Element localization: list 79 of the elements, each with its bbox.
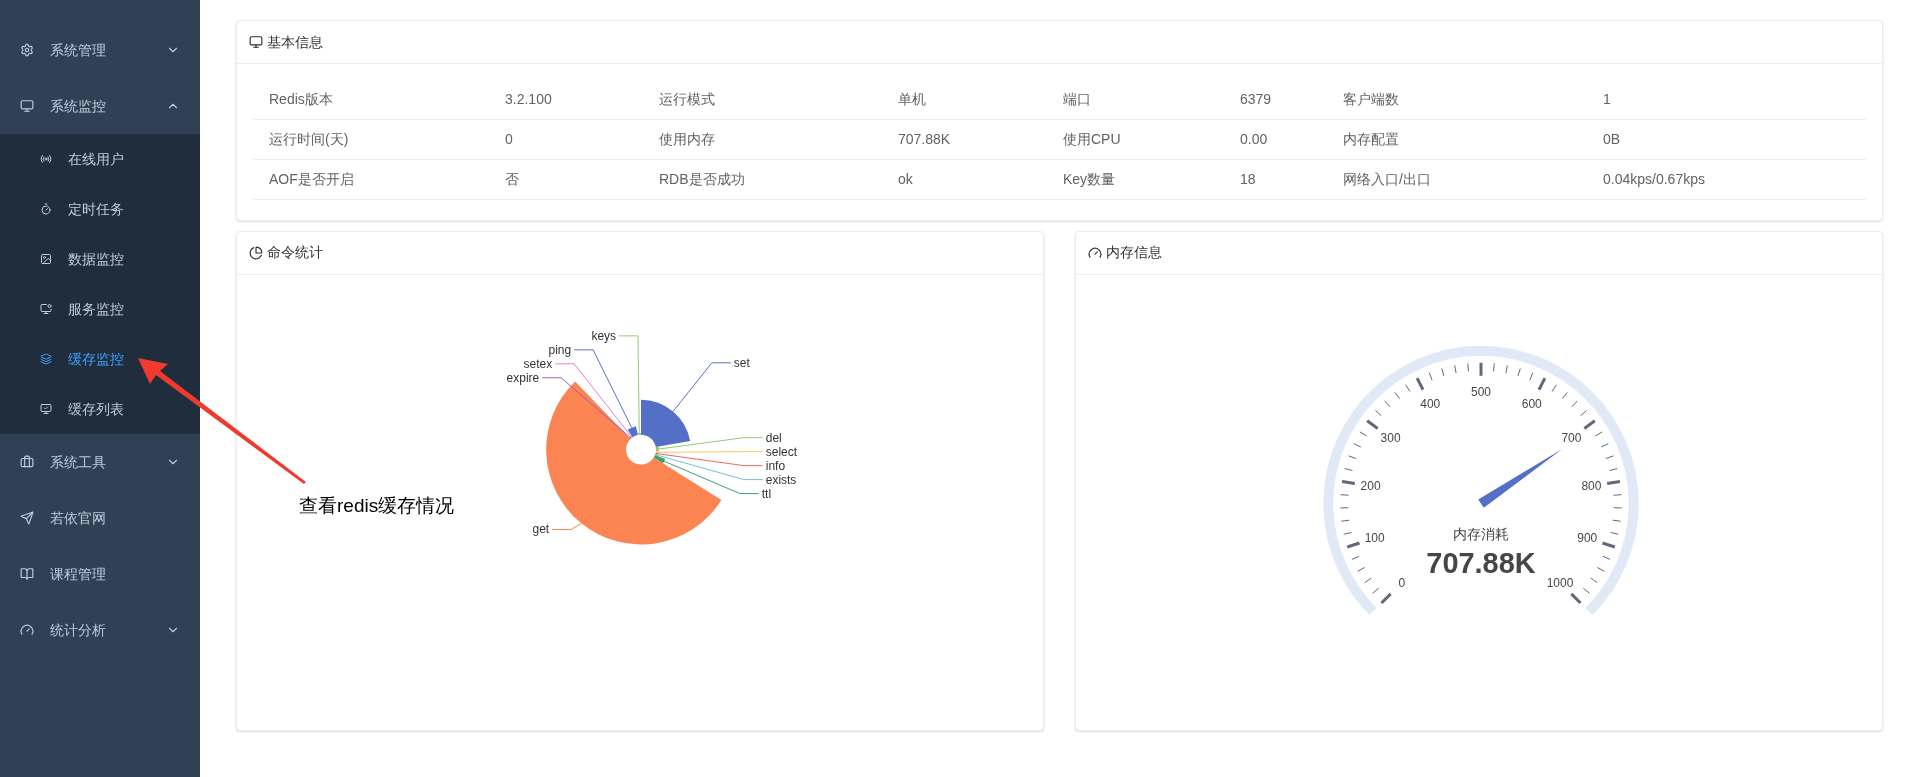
menu-item[interactable]: 系统工具: [0, 434, 200, 490]
card-icon: [249, 245, 263, 260]
menu-icon: [20, 567, 34, 581]
submenu-item[interactable]: 缓存列表: [0, 384, 200, 434]
gauge-value: 707.88K: [1426, 547, 1536, 580]
card-title: 内存信息: [1106, 243, 1162, 263]
info-value: 707.88K: [898, 130, 952, 149]
info-value: 0.00: [1240, 130, 1269, 149]
card-icon: [1088, 245, 1102, 260]
menu-icon: [40, 303, 52, 315]
menu-icon: [20, 623, 34, 637]
info-value: 0B: [1603, 130, 1622, 149]
info-label: 运行时间(天): [269, 130, 350, 149]
menu-icon: [20, 99, 34, 113]
menu-item[interactable]: 统计分析: [0, 602, 200, 658]
card-title: 命令统计: [267, 243, 323, 263]
info-label: 内存配置: [1343, 130, 1400, 149]
info-label: Redis版本: [269, 90, 334, 109]
slice-label: set: [733, 355, 750, 370]
menu-item[interactable]: 若依官网: [0, 490, 200, 546]
slice-label: expire: [506, 370, 540, 385]
info-value: 0.04kps/0.67kps: [1603, 170, 1706, 189]
menu-icon: [20, 455, 34, 469]
slice-label: ping: [548, 342, 572, 357]
menu-icon: [40, 153, 52, 165]
gauge-tick-label: 0: [1398, 575, 1406, 590]
gauge-tick-label: 800: [1581, 478, 1602, 493]
info-label: AOF是否开启: [269, 170, 355, 189]
info-value: 单机: [898, 90, 927, 109]
menu-icon: [20, 511, 34, 525]
submenu-item[interactable]: 数据监控: [0, 234, 200, 284]
info-label: Key数量: [1063, 170, 1117, 189]
slice-label: ttl: [761, 486, 772, 501]
card-title: 基本信息: [267, 32, 323, 52]
slice-label: get: [532, 522, 550, 537]
slice-label: exists: [765, 472, 797, 487]
annotation-text: 查看redis缓存情况: [299, 494, 455, 518]
menu-item[interactable]: 课程管理: [0, 546, 200, 602]
gauge-tick-label: 100: [1364, 531, 1385, 545]
menu-icon: [40, 253, 52, 265]
info-value: ok: [898, 170, 914, 189]
info-value: 否: [505, 170, 520, 189]
info-label: 网络入口/出口: [1343, 170, 1432, 189]
info-value: 1: [1603, 90, 1612, 109]
card-icon: [249, 35, 263, 49]
slice-label: del: [765, 430, 782, 445]
gauge-title: 内存消耗: [1453, 526, 1509, 543]
slice-label: keys: [591, 328, 617, 343]
gauge-tick-label: 1000: [1546, 575, 1574, 590]
gauge-tick-label: 300: [1380, 430, 1401, 445]
info-label: RDB是否成功: [659, 170, 746, 189]
submenu-item[interactable]: 定时任务: [0, 184, 200, 234]
info-value: 6379: [1240, 90, 1273, 109]
info-value: 0: [505, 130, 514, 149]
menu-icon: [40, 403, 52, 415]
info-label: 运行模式: [659, 90, 716, 109]
slice-label: setex: [523, 356, 553, 371]
menu-item[interactable]: 系统监控: [0, 78, 200, 134]
info-label: 客户端数: [1343, 90, 1400, 109]
slice-label: select: [765, 444, 798, 459]
gauge-tick-label: 900: [1577, 531, 1598, 545]
menu-icon: [20, 43, 34, 57]
info-label: 使用CPU: [1063, 130, 1122, 149]
submenu-item[interactable]: 服务监控: [0, 284, 200, 334]
slice-label: info: [765, 458, 786, 473]
menu-icon: [40, 353, 52, 365]
gauge-tick-label: 600: [1521, 396, 1542, 411]
submenu-item[interactable]: 缓存监控: [0, 334, 200, 384]
info-label: 端口: [1063, 90, 1092, 109]
gauge-tick-label: 500: [1471, 384, 1491, 399]
submenu-item[interactable]: 在线用户: [0, 134, 200, 184]
info-label: 使用内存: [659, 130, 716, 149]
menu-icon: [40, 203, 52, 215]
gauge-tick-label: 200: [1360, 478, 1381, 493]
gauge-tick-label: 700: [1561, 430, 1582, 445]
info-value: 18: [1240, 170, 1257, 189]
info-value: 3.2.100: [505, 90, 553, 109]
gauge-tick-label: 400: [1420, 396, 1441, 411]
menu-item[interactable]: 系统管理: [0, 22, 200, 78]
